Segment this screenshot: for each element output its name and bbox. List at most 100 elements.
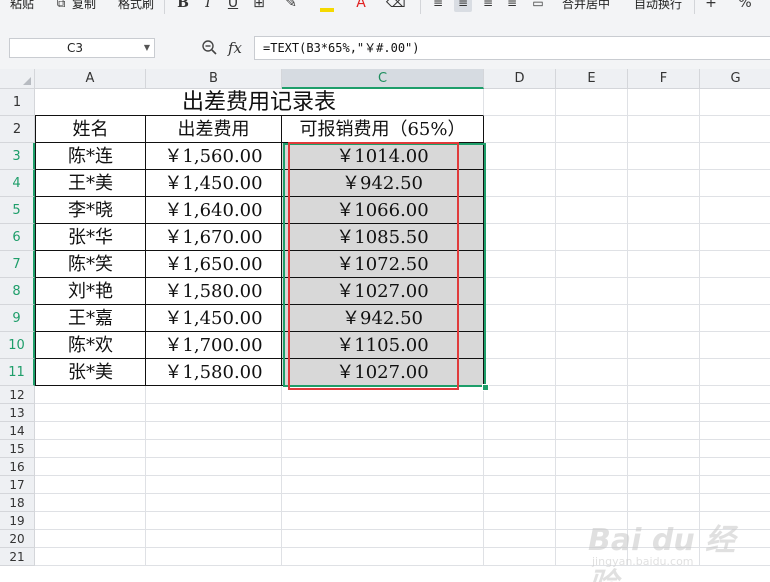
empty-cell[interactable] <box>484 440 556 458</box>
reimbursable-cell[interactable]: ￥1027.00 <box>282 359 484 386</box>
row-header-13[interactable]: 13 <box>0 404 35 422</box>
empty-cell[interactable] <box>556 440 628 458</box>
column-header-e[interactable]: E <box>556 69 628 89</box>
empty-cell[interactable] <box>628 116 700 143</box>
row-header-7[interactable]: 7 <box>0 251 35 278</box>
column-header-b[interactable]: B <box>146 69 282 89</box>
align-center-icon[interactable]: ≡ <box>454 0 472 12</box>
reimbursable-cell[interactable]: ￥942.50 <box>282 305 484 332</box>
empty-cell[interactable] <box>628 359 700 386</box>
empty-cell[interactable] <box>282 422 484 440</box>
italic-button[interactable]: I <box>202 0 214 12</box>
borders-icon[interactable]: ⊞ <box>250 0 268 12</box>
empty-cell[interactable] <box>146 386 282 404</box>
empty-cell[interactable] <box>35 476 146 494</box>
wrap-text-button[interactable]: 自动换行 <box>634 0 682 14</box>
empty-cell[interactable] <box>628 440 700 458</box>
name-cell[interactable]: 王*美 <box>35 170 146 197</box>
travel-cost-cell[interactable]: ￥1,450.00 <box>146 170 282 197</box>
empty-cell[interactable] <box>146 530 282 548</box>
empty-cell[interactable] <box>146 440 282 458</box>
empty-cell[interactable] <box>35 440 146 458</box>
row-header-14[interactable]: 14 <box>0 422 35 440</box>
name-cell[interactable]: 陈*欢 <box>35 332 146 359</box>
empty-cell[interactable] <box>35 386 146 404</box>
empty-cell[interactable] <box>628 197 700 224</box>
empty-cell[interactable] <box>700 116 770 143</box>
name-cell[interactable]: 李*晓 <box>35 197 146 224</box>
empty-cell[interactable] <box>556 305 628 332</box>
column-header-a[interactable]: A <box>35 69 146 89</box>
sheet-title[interactable]: 出差费用记录表 <box>35 89 484 116</box>
empty-cell[interactable] <box>700 251 770 278</box>
empty-cell[interactable] <box>556 116 628 143</box>
align-left-icon[interactable]: ≡ <box>430 0 446 12</box>
highlight-icon[interactable] <box>318 0 336 12</box>
fill-color-icon[interactable]: ✎ <box>282 0 300 12</box>
plus-button[interactable]: + <box>704 0 718 12</box>
empty-cell[interactable] <box>700 143 770 170</box>
row-header-20[interactable]: 20 <box>0 530 35 548</box>
reimbursable-cell[interactable]: ￥1085.50 <box>282 224 484 251</box>
empty-cell[interactable] <box>282 512 484 530</box>
empty-cell[interactable] <box>556 422 628 440</box>
empty-cell[interactable] <box>700 332 770 359</box>
empty-cell[interactable] <box>484 170 556 197</box>
row-header-5[interactable]: 5 <box>0 197 35 224</box>
empty-cell[interactable] <box>484 530 556 548</box>
empty-cell[interactable] <box>628 458 700 476</box>
name-cell[interactable]: 王*嘉 <box>35 305 146 332</box>
empty-cell[interactable] <box>35 458 146 476</box>
empty-cell[interactable] <box>628 143 700 170</box>
empty-cell[interactable] <box>484 251 556 278</box>
travel-cost-cell[interactable]: ￥1,450.00 <box>146 305 282 332</box>
empty-cell[interactable] <box>484 359 556 386</box>
underline-button[interactable]: U <box>226 0 240 12</box>
row-header-1[interactable]: 1 <box>0 89 35 116</box>
row-header-12[interactable]: 12 <box>0 386 35 404</box>
empty-cell[interactable] <box>700 422 770 440</box>
empty-cell[interactable] <box>146 458 282 476</box>
row-header-17[interactable]: 17 <box>0 476 35 494</box>
empty-cell[interactable] <box>484 116 556 143</box>
spreadsheet-grid[interactable]: A B C D E F G 1 2 3 4 5 6 7 8 9 10 11 12 13 14 15 16 17 18 19 20 21… <box>0 69 770 582</box>
empty-cell[interactable] <box>700 170 770 197</box>
reimbursable-cell[interactable]: ￥1105.00 <box>282 332 484 359</box>
align-right-icon[interactable]: ≡ <box>480 0 496 12</box>
table-header-cell[interactable]: 姓名 <box>35 116 146 143</box>
name-cell[interactable]: 张*美 <box>35 359 146 386</box>
empty-cell[interactable] <box>484 143 556 170</box>
format-painter-button[interactable]: 格式刷 <box>118 0 154 14</box>
name-cell[interactable]: 张*华 <box>35 224 146 251</box>
name-cell[interactable]: 陈*笑 <box>35 251 146 278</box>
clear-format-icon[interactable]: ⌫ <box>386 0 406 12</box>
empty-cell[interactable] <box>282 530 484 548</box>
row-header-19[interactable]: 19 <box>0 512 35 530</box>
fx-button[interactable]: fx <box>228 38 242 58</box>
paste-button[interactable]: 粘贴 <box>10 0 34 14</box>
fill-handle[interactable] <box>482 384 489 391</box>
empty-cell[interactable] <box>146 494 282 512</box>
bold-button[interactable]: B <box>176 0 190 12</box>
reimbursable-cell[interactable]: ￥942.50 <box>282 170 484 197</box>
select-all-corner[interactable] <box>0 69 35 89</box>
empty-cell[interactable] <box>35 494 146 512</box>
empty-cell[interactable] <box>484 89 556 116</box>
empty-cell[interactable] <box>628 224 700 251</box>
empty-cell[interactable] <box>282 404 484 422</box>
column-header-c[interactable]: C <box>282 69 484 89</box>
travel-cost-cell[interactable]: ￥1,560.00 <box>146 143 282 170</box>
empty-cell[interactable] <box>282 386 484 404</box>
table-header-cell[interactable]: 可报销费用（65%） <box>282 116 484 143</box>
empty-cell[interactable] <box>35 548 146 566</box>
empty-cell[interactable] <box>282 476 484 494</box>
empty-cell[interactable] <box>282 494 484 512</box>
empty-cell[interactable] <box>556 332 628 359</box>
empty-cell[interactable] <box>146 512 282 530</box>
empty-cell[interactable] <box>700 359 770 386</box>
empty-cell[interactable] <box>146 548 282 566</box>
empty-cell[interactable] <box>484 332 556 359</box>
merge-center-button[interactable]: 合并居中 <box>562 0 610 14</box>
row-header-18[interactable]: 18 <box>0 494 35 512</box>
empty-cell[interactable] <box>556 458 628 476</box>
